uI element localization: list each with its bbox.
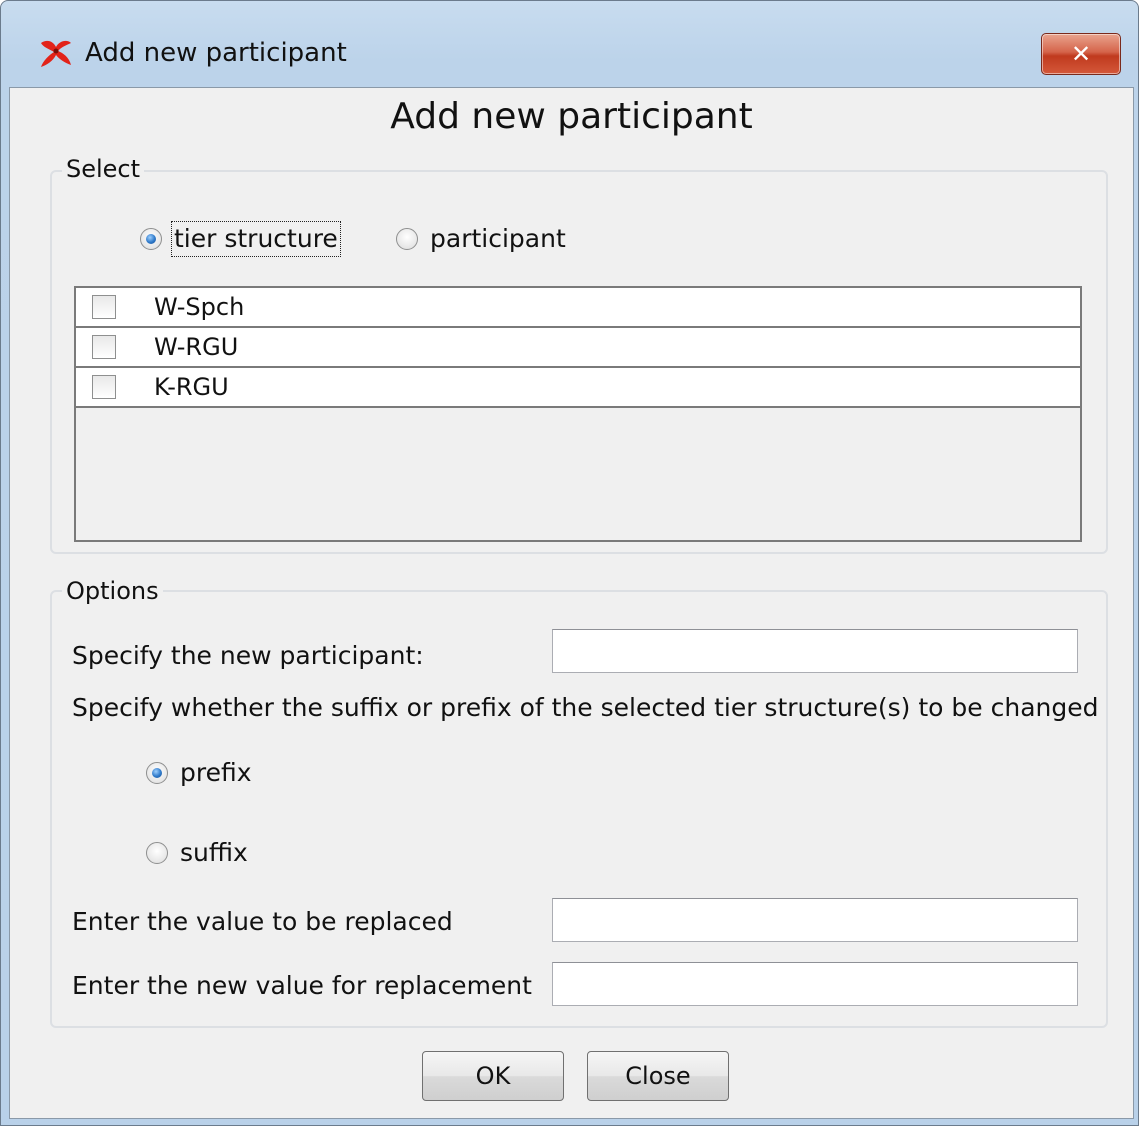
tier-label: K-RGU <box>154 373 229 401</box>
replacement-value-label: Enter the new value for replacement <box>72 971 532 1000</box>
tier-checkbox[interactable] <box>92 335 116 359</box>
tier-checkbox[interactable] <box>92 375 116 399</box>
dialog-window: Add new participant ✕ Add new participan… <box>0 0 1139 1126</box>
dialog-heading: Add new participant <box>390 96 753 137</box>
radio-suffix-indicator <box>146 842 168 864</box>
replace-value-label: Enter the value to be replaced <box>72 907 453 936</box>
radio-tier-structure-indicator <box>140 228 162 250</box>
close-window-button[interactable]: ✕ <box>1041 33 1121 75</box>
title-bar[interactable]: Add new participant ✕ <box>1 1 1138 87</box>
dialog-content: Add new participant Select tier structur… <box>9 87 1134 1119</box>
ok-button[interactable]: OK <box>422 1051 564 1101</box>
participant-label: Specify the new participant: <box>72 641 424 670</box>
tier-list-item[interactable]: K-RGU <box>76 368 1080 408</box>
radio-prefix-label: prefix <box>180 758 252 787</box>
elan-app-icon <box>41 40 71 67</box>
radio-tier-structure[interactable]: tier structure <box>140 221 341 257</box>
radio-prefix-indicator <box>146 762 168 784</box>
select-group-label: Select <box>62 154 145 184</box>
participant-input[interactable] <box>552 629 1078 673</box>
replacement-value-input[interactable] <box>552 962 1078 1006</box>
radio-tier-structure-label: tier structure <box>171 221 341 257</box>
tier-list-item[interactable]: W-Spch <box>76 288 1080 328</box>
options-group-label: Options <box>62 576 163 606</box>
radio-participant[interactable]: participant <box>396 224 566 254</box>
tier-label: W-Spch <box>154 293 245 321</box>
radio-participant-indicator <box>396 228 418 250</box>
affix-question: Specify whether the suffix or prefix of … <box>72 693 1099 722</box>
radio-suffix[interactable]: suffix <box>146 838 248 868</box>
tier-list[interactable]: W-Spch W-RGU K-RGU <box>74 286 1082 542</box>
radio-participant-label: participant <box>430 224 566 253</box>
window-title: Add new participant <box>85 38 347 68</box>
tier-list-item[interactable]: W-RGU <box>76 328 1080 368</box>
radio-suffix-label: suffix <box>180 838 248 867</box>
tier-label: W-RGU <box>154 333 239 361</box>
close-button[interactable]: Close <box>587 1051 729 1101</box>
tier-checkbox[interactable] <box>92 295 116 319</box>
radio-prefix[interactable]: prefix <box>146 758 252 788</box>
close-icon: ✕ <box>1070 40 1092 68</box>
replace-value-input[interactable] <box>552 898 1078 942</box>
